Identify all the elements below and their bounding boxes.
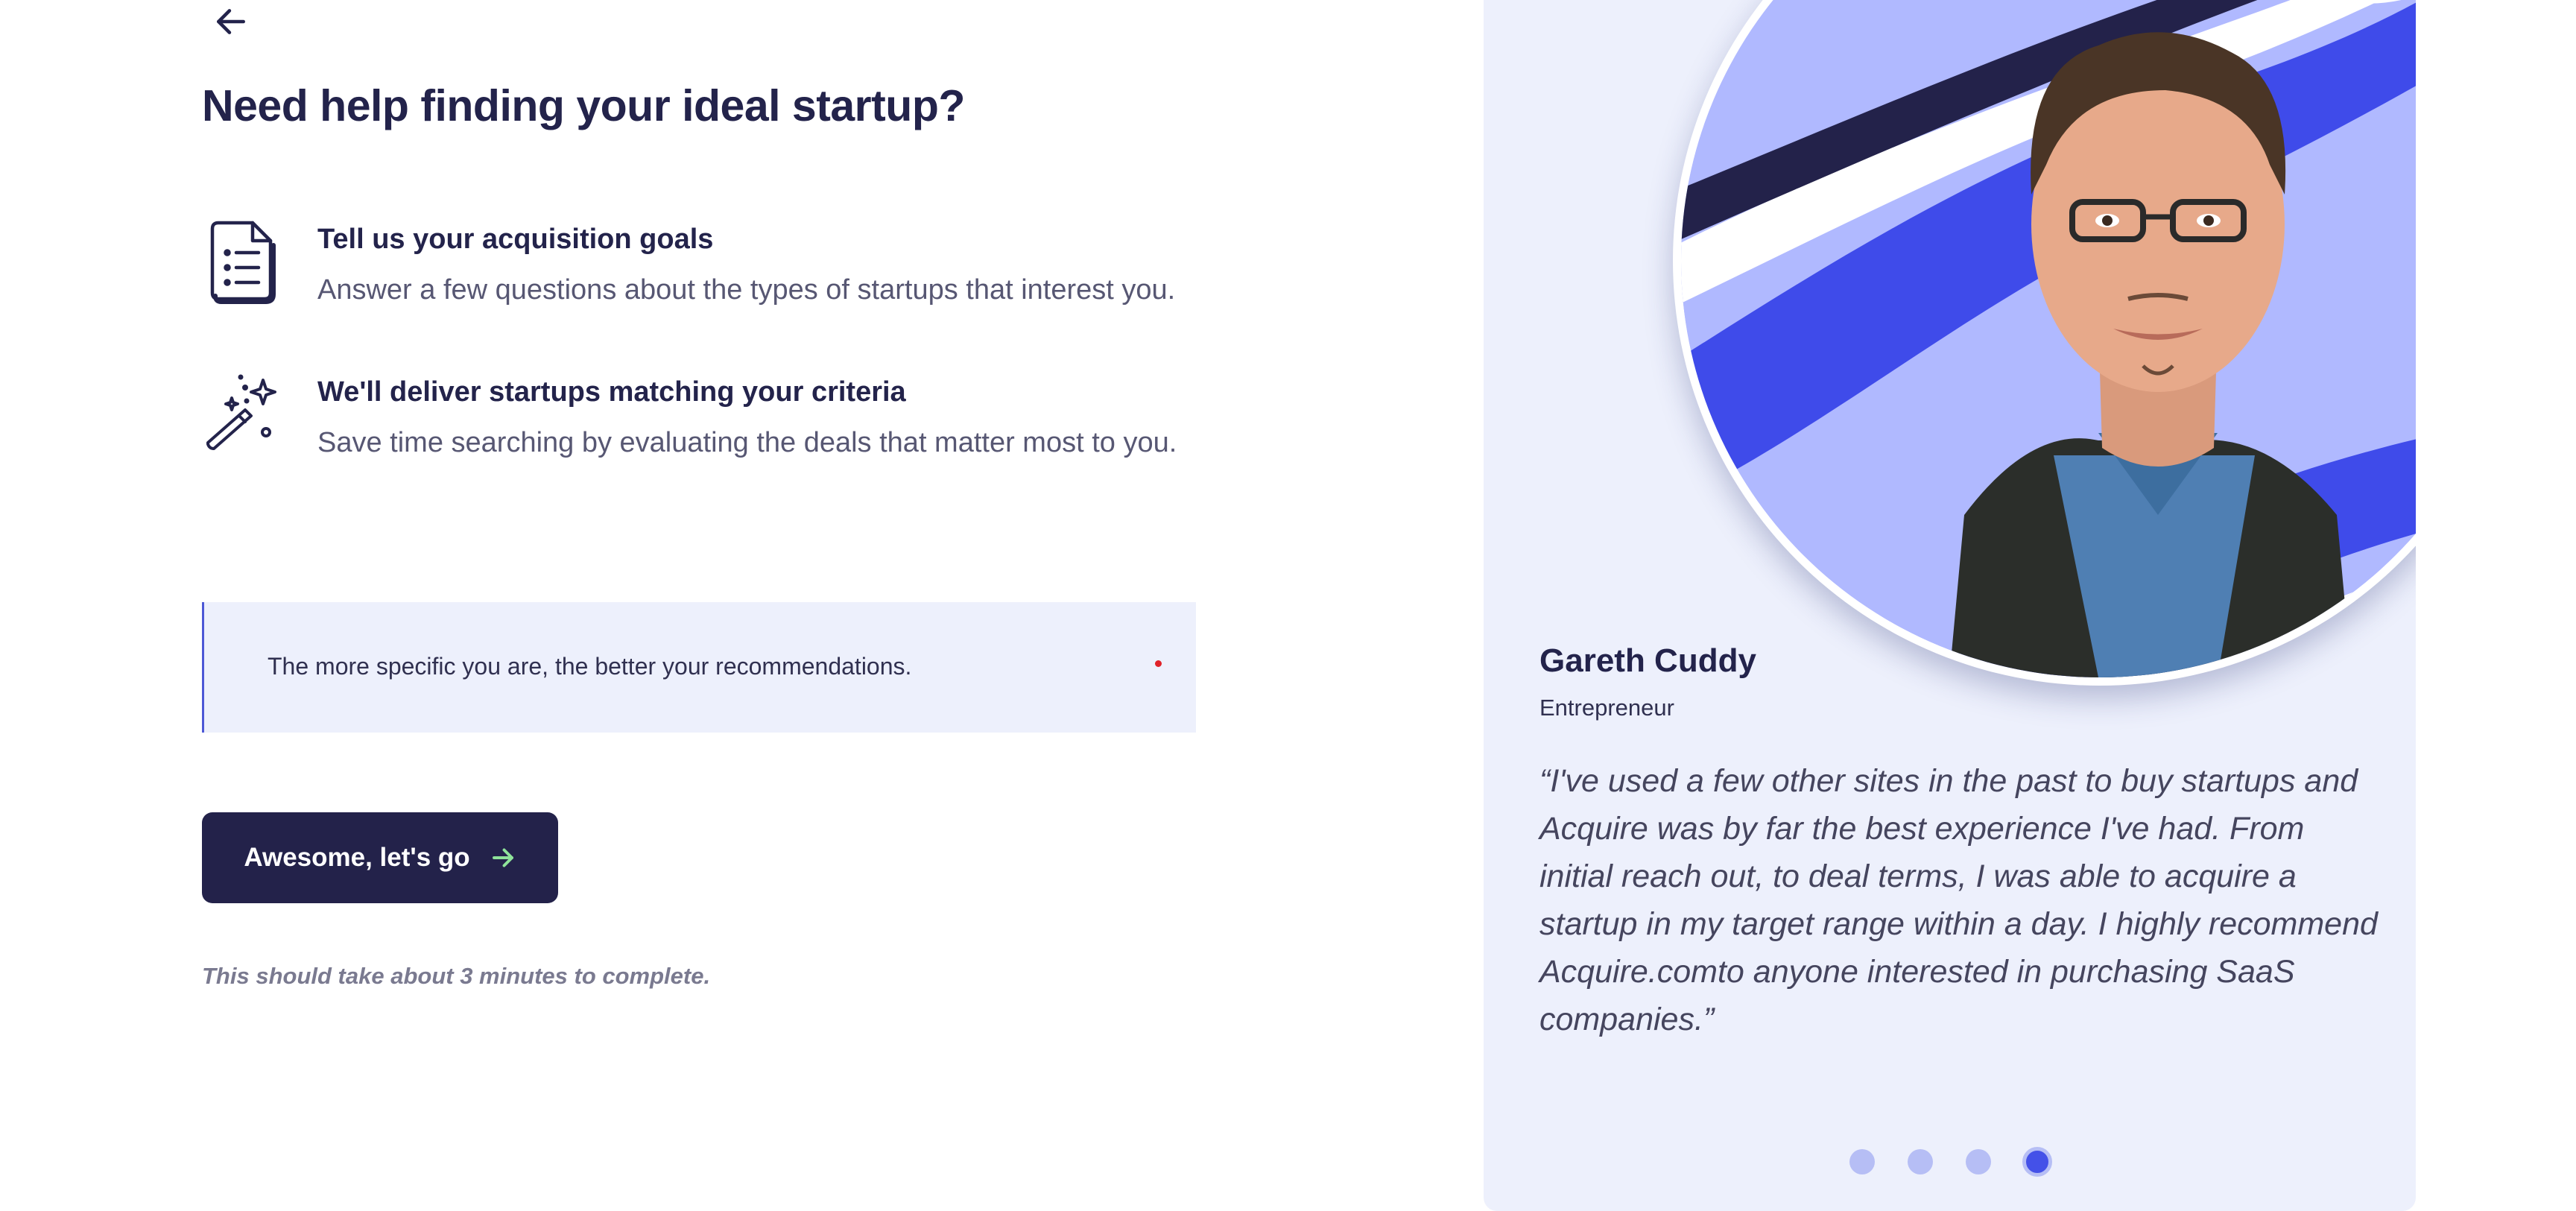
step-title: We'll deliver startups matching your cri…	[317, 376, 906, 408]
time-estimate-note: This should take about 3 minutes to comp…	[202, 963, 711, 989]
page-title: Need help finding your ideal startup?	[202, 81, 965, 130]
testimonial-name: Gareth Cuddy	[1539, 642, 1756, 679]
testimonial-portrait-frame	[1484, 0, 2416, 745]
carousel-dot-4[interactable]	[2022, 1147, 2052, 1177]
carousel-dot-2[interactable]	[1908, 1149, 1933, 1174]
step-title: Tell us your acquisition goals	[317, 224, 714, 255]
tip-callout: The more specific you are, the better yo…	[202, 602, 1196, 733]
avatar	[1673, 0, 2416, 686]
step-description: Save time searching by evaluating the de…	[317, 427, 1177, 458]
page: Need help finding your ideal startup? Te…	[0, 0, 2576, 1211]
portrait-illustration	[1681, 0, 2416, 677]
back-button[interactable]	[205, 0, 257, 43]
carousel-dot-3[interactable]	[1966, 1149, 1991, 1174]
step-description: Answer a few questions about the types o…	[317, 274, 1176, 306]
tip-text: The more specific you are, the better yo…	[268, 653, 912, 680]
document-list-icon	[210, 221, 276, 304]
start-button[interactable]: Awesome, let's go	[202, 812, 558, 903]
carousel-dot-1[interactable]	[1849, 1149, 1875, 1174]
magic-wand-icon	[206, 374, 276, 450]
arrow-right-icon	[492, 848, 513, 867]
testimonial-quote: “I've used a few other sites in the past…	[1539, 763, 2378, 1037]
indicator-dot	[1155, 660, 1162, 667]
arrow-left-icon	[217, 9, 245, 34]
testimonial-role: Entrepreneur	[1539, 695, 1674, 721]
start-button-label: Awesome, let's go	[244, 843, 470, 872]
